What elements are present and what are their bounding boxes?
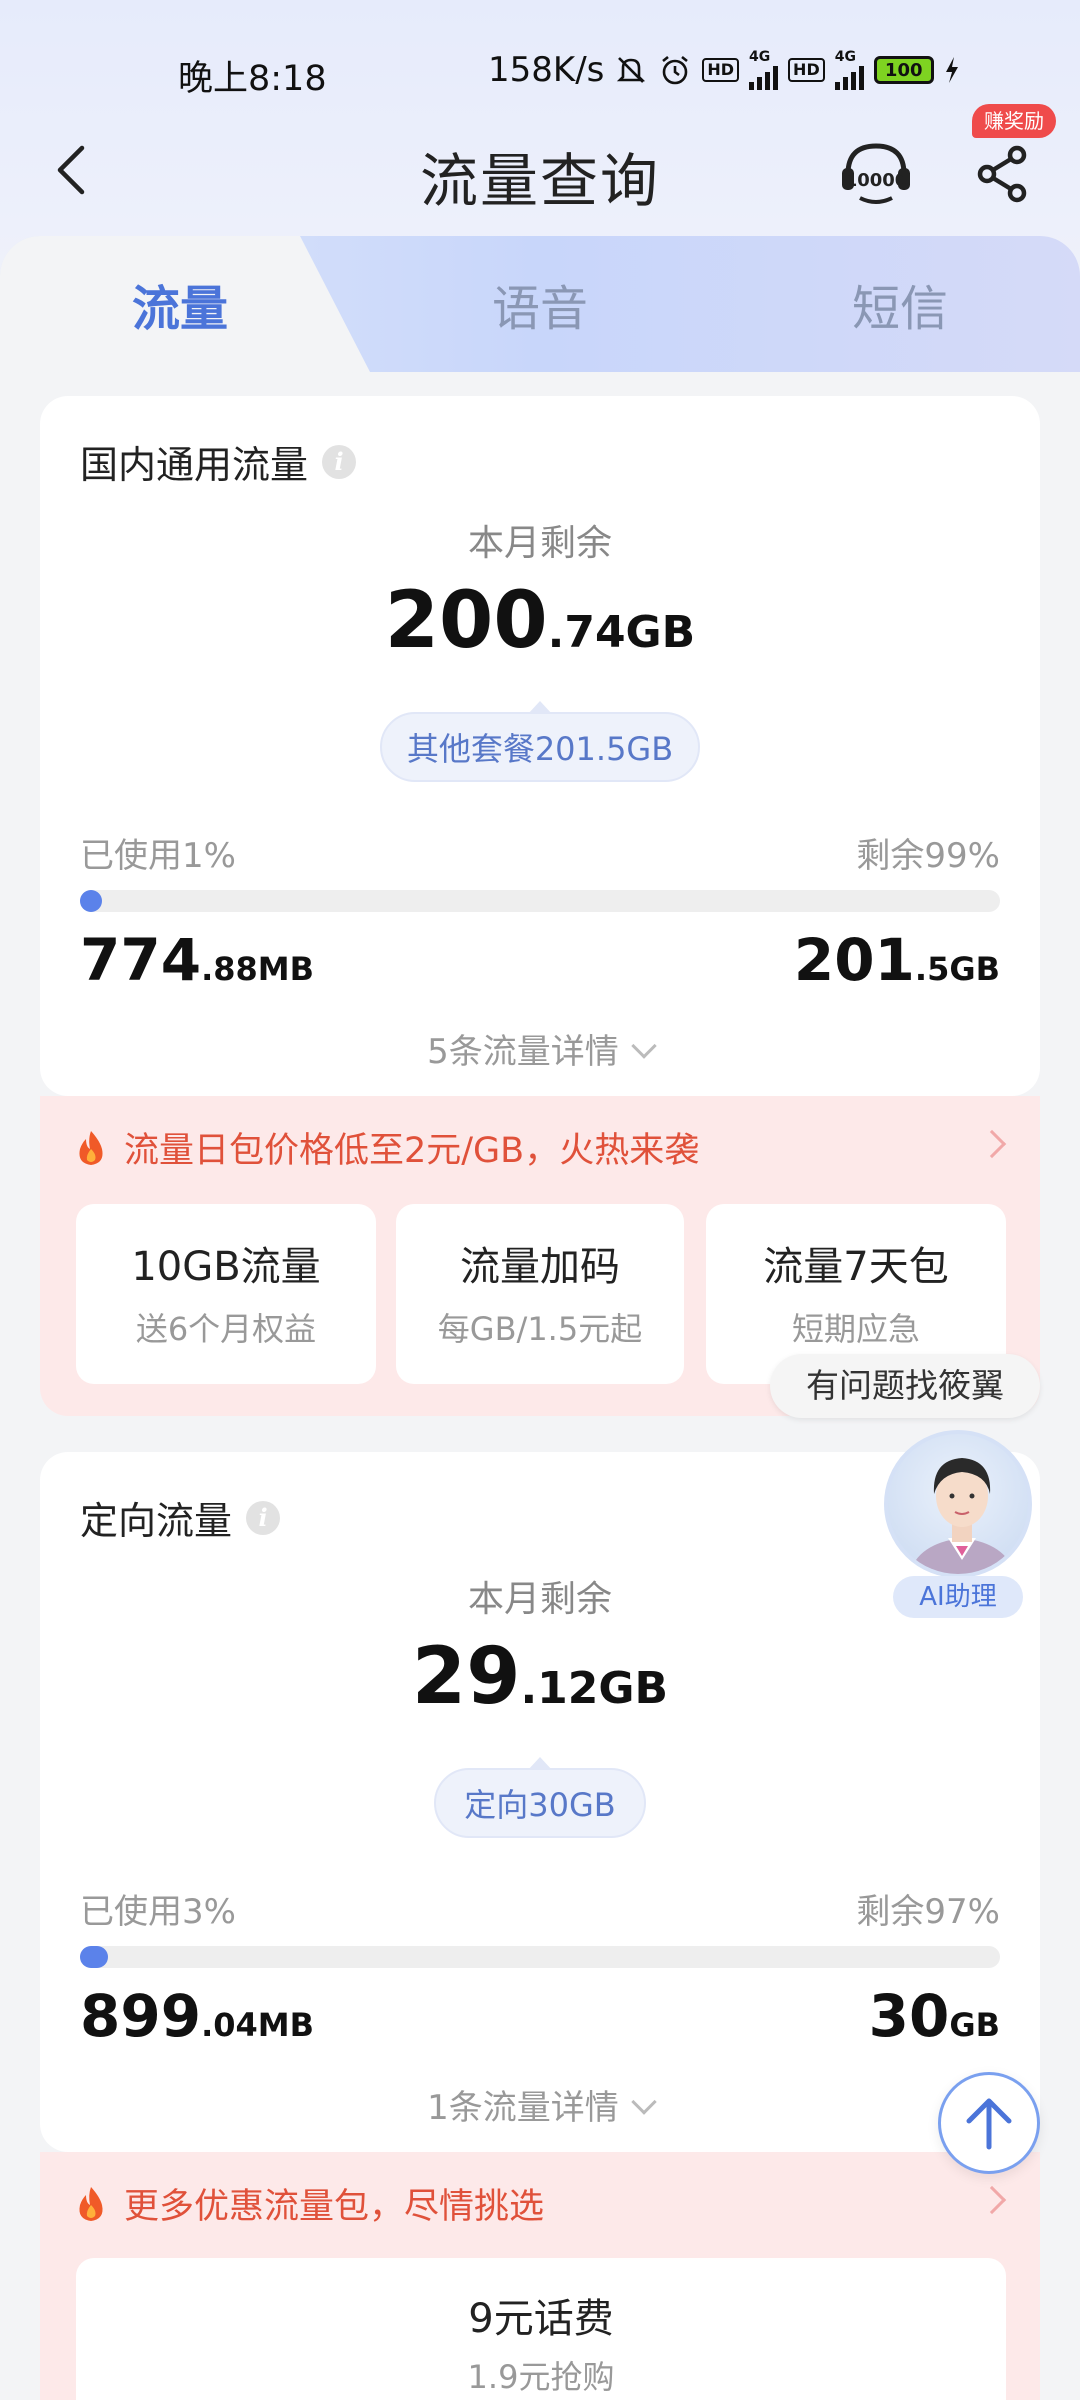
usage-progress-bar	[80, 890, 1000, 912]
used-int: 774	[80, 926, 202, 994]
promo-item-subtitle: 短期应急	[791, 1310, 920, 1348]
remaining-percent-label: 剩余99%	[856, 836, 1000, 876]
service-number: 10000	[845, 170, 908, 191]
fire-icon	[79, 2186, 103, 2221]
promo-item-title: 9元话费	[468, 2296, 614, 2342]
remain-dec: .74GB	[547, 607, 696, 658]
charging-icon	[944, 56, 960, 84]
promo-item-subtitle: 每GB/1.5元起	[437, 1310, 643, 1348]
other-plan-pill[interactable]: 其他套餐201.5GB	[380, 701, 700, 782]
promo-section-2: 更多优惠流量包，尽情挑选 9元话费 1.9元抢购	[40, 2152, 1040, 2400]
usage-progress-bar	[80, 1946, 1000, 1968]
chevron-down-icon	[631, 1033, 657, 1059]
reward-badge[interactable]: 赚奖励	[972, 104, 1056, 138]
headset-10000-icon: 10000	[842, 143, 910, 204]
mute-icon	[614, 53, 648, 87]
status-icons: 158K/s HD 4G HD 4G 100	[488, 50, 960, 90]
info-icon[interactable]: i	[322, 444, 357, 479]
remain-amount: 200.74GB	[40, 576, 1040, 666]
used-int: 899	[80, 1982, 202, 2050]
network-speed: 158K/s	[488, 50, 605, 90]
used-dec: .04MB	[201, 2006, 314, 2044]
domestic-data-card: 国内通用流量 i 本月剩余 200.74GB 其他套餐201.5GB 已使用1%…	[40, 396, 1040, 1096]
data-detail-link[interactable]: 1条流量详情	[40, 2080, 1040, 2129]
promo-headline: 更多优惠流量包，尽情挑选	[124, 2187, 545, 2227]
promo-item-10gb[interactable]: 10GB流量 送6个月权益	[76, 1204, 376, 1384]
battery-icon: 100	[873, 56, 934, 84]
tab-sms[interactable]: 短信	[720, 236, 1080, 372]
remain-int: 29	[411, 1632, 521, 1722]
promo-item-title: 10GB流量	[131, 1244, 321, 1290]
share-icon	[977, 145, 1027, 203]
left-amount: 201.5GB	[794, 926, 1000, 994]
left-dec: .5GB	[914, 950, 1000, 988]
remain-amount: 29.12GB	[40, 1632, 1040, 1722]
fire-icon	[79, 1130, 103, 1165]
directed-data-card: 定向流量 i 本月剩余 29.12GB 定向30GB 已使用3% 剩余97% 8…	[40, 1452, 1040, 2152]
used-percent-label: 已使用3%	[80, 1892, 236, 1932]
tab-voice[interactable]: 语音	[360, 236, 720, 372]
card-title: 定向流量 i	[80, 1490, 281, 1545]
promo-item-subtitle: 1.9元抢购	[467, 2358, 615, 2396]
detail-text: 1条流量详情	[427, 2088, 619, 2128]
promo-item-subtitle: 送6个月权益	[135, 1310, 317, 1348]
hd-badge-2: HD	[788, 58, 825, 82]
usage-progress-fill	[80, 890, 102, 912]
promo-item-topup[interactable]: 9元话费 1.9元抢购	[76, 2258, 1006, 2400]
assistant-bubble[interactable]: 有问题找筱翼	[770, 1354, 1040, 1418]
promo-header[interactable]: 更多优惠流量包，尽情挑选	[74, 2178, 544, 2229]
left-int: 201	[793, 926, 915, 994]
chevron-right-icon[interactable]	[977, 2185, 1007, 2215]
remain-label: 本月剩余	[467, 523, 612, 564]
card-title: 国内通用流量 i	[80, 434, 357, 489]
info-icon[interactable]: i	[246, 1500, 281, 1535]
data-detail-link[interactable]: 5条流量详情	[40, 1024, 1040, 1073]
page-title: 流量查询	[419, 147, 660, 215]
page-header: 流量查询 10000 赚奖励	[0, 104, 1080, 220]
arrow-up-icon	[966, 2098, 1012, 2150]
used-percent-label: 已使用1%	[80, 836, 236, 876]
detail-text: 5条流量详情	[427, 1032, 619, 1072]
used-dec: .88MB	[201, 950, 314, 988]
promo-item-title: 流量7天包	[763, 1244, 949, 1290]
network-type-2: 4G	[834, 49, 856, 65]
alarm-icon	[658, 53, 692, 87]
directed-title: 定向流量	[80, 1499, 233, 1543]
hd-badge-1: HD	[702, 58, 740, 82]
chevron-right-icon[interactable]	[977, 1129, 1007, 1159]
share-button[interactable]	[970, 142, 1034, 206]
remain-label: 本月剩余	[467, 1579, 612, 1620]
remaining-percent-label: 剩余97%	[856, 1892, 1000, 1932]
remain-dec: .12GB	[520, 1663, 669, 1714]
promo-header[interactable]: 流量日包价格低至2元/GB，火热来袭	[74, 1122, 699, 1173]
ai-assistant-avatar[interactable]	[884, 1430, 1032, 1578]
status-bar: 晚上8:18 158K/s HD 4G HD 4G 100	[0, 0, 1080, 140]
signal-icon-2: 4G	[834, 49, 864, 90]
promo-item-boost[interactable]: 流量加码 每GB/1.5元起	[396, 1204, 684, 1384]
promo-headline: 流量日包价格低至2元/GB，火热来袭	[124, 1131, 700, 1171]
tab-bar: 流量 语音 短信	[0, 236, 1080, 372]
promo-item-title: 流量加码	[460, 1244, 620, 1290]
left-dec: GB	[949, 2006, 1000, 2044]
signal-icon-1: 4G	[749, 49, 779, 90]
tab-data[interactable]: 流量	[0, 236, 360, 372]
usage-progress-fill	[80, 1946, 108, 1968]
network-type-1: 4G	[749, 49, 771, 65]
ai-assistant-label[interactable]: AI助理	[893, 1576, 1023, 1618]
left-int: 30	[868, 1982, 950, 2050]
directed-plan-pill[interactable]: 定向30GB	[434, 1757, 646, 1838]
used-amount: 774.88MB	[80, 926, 314, 994]
customer-service-button[interactable]: 10000	[836, 134, 916, 214]
scroll-top-button[interactable]	[938, 2072, 1040, 2174]
remain-int: 200	[384, 576, 548, 666]
left-amount: 30GB	[869, 1982, 1000, 2050]
status-time: 晚上8:18	[178, 59, 327, 99]
used-amount: 899.04MB	[80, 1982, 314, 2050]
domestic-title: 国内通用流量	[80, 443, 309, 487]
chevron-down-icon	[631, 2089, 657, 2115]
